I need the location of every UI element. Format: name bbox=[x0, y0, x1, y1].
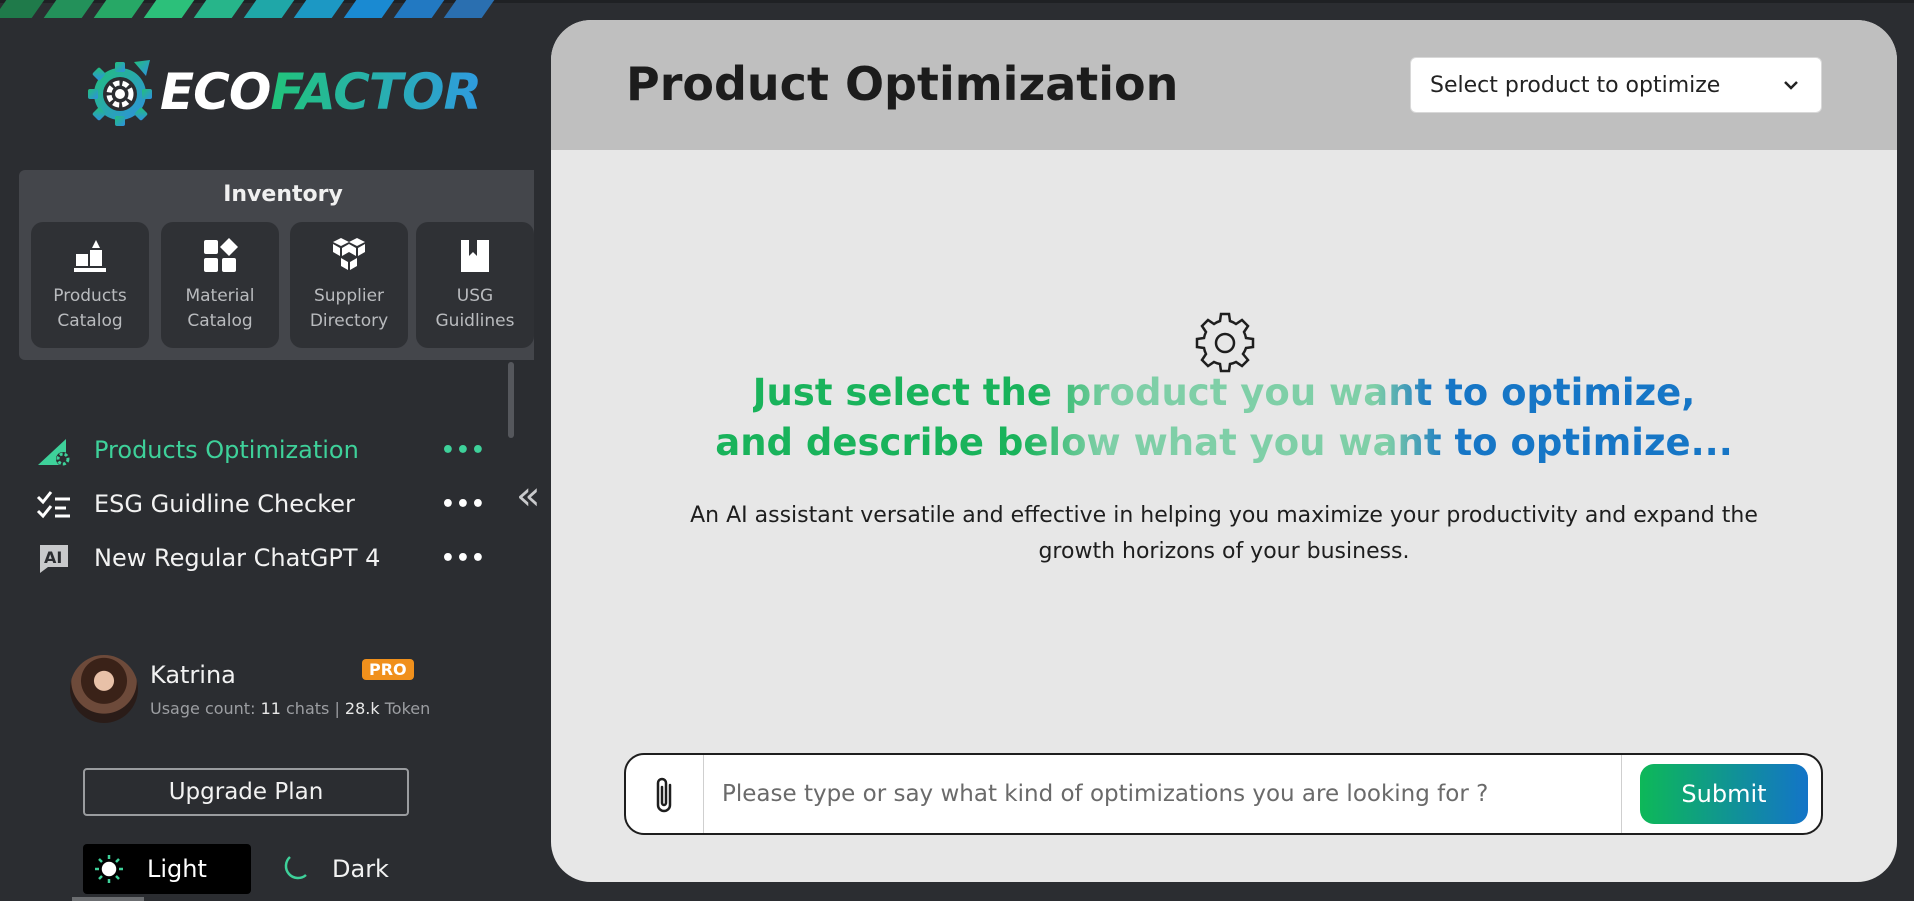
inventory-item-label: Guidlines bbox=[435, 311, 515, 331]
brand-stripe bbox=[393, 0, 445, 18]
light-theme-label: Light bbox=[147, 855, 207, 883]
user-profile[interactable]: Katrina PRO Usage count: 11 chats | 28.k… bbox=[70, 655, 430, 725]
inventory-item-label: Material bbox=[185, 286, 255, 306]
chevron-down-icon bbox=[1784, 81, 1798, 90]
product-select-value: Select product to optimize bbox=[1430, 72, 1721, 98]
headline-line-2: and describe below what you want to opti… bbox=[715, 418, 1733, 468]
sidebar: ECOFACTOR Inventory Products Catalog Mat… bbox=[0, 22, 545, 901]
logo-text-eco: ECO bbox=[160, 63, 271, 121]
checklist-icon bbox=[36, 491, 70, 519]
nav-item-label: New Regular ChatGPT 4 bbox=[94, 544, 381, 572]
pro-badge: PRO bbox=[362, 659, 414, 680]
inventory-item-label: Catalog bbox=[187, 311, 253, 331]
inventory-item-label: Products bbox=[53, 286, 127, 306]
usage-count: Usage count: 11 chats | 28.k Token bbox=[150, 699, 430, 718]
submit-button[interactable]: Submit bbox=[1640, 764, 1808, 824]
supplier-directory-icon bbox=[333, 238, 365, 270]
brand-stripe bbox=[193, 0, 245, 18]
brand-stripe bbox=[293, 0, 345, 18]
brand-stripes bbox=[0, 0, 520, 22]
brand-stripe bbox=[443, 0, 495, 18]
nav-item-label: Products Optimization bbox=[94, 436, 359, 464]
nav-item-esg-guideline-checker[interactable]: ESG Guidline Checker ••• bbox=[36, 484, 486, 524]
inventory-panel: Inventory Products Catalog Material Cata… bbox=[19, 170, 534, 360]
inventory-item-label: Supplier bbox=[313, 286, 385, 306]
gear-icon bbox=[1195, 312, 1255, 373]
products-catalog-card[interactable]: Products Catalog bbox=[31, 222, 149, 348]
main-panel: Product Optimization Select product to o… bbox=[551, 20, 1897, 882]
logo-gear-icon bbox=[88, 60, 152, 126]
nav-item-label: ESG Guidline Checker bbox=[94, 490, 355, 518]
usg-guidelines-card[interactable]: USG Guidlines bbox=[416, 222, 534, 348]
avatar bbox=[70, 655, 138, 723]
brand-stripe bbox=[143, 0, 195, 18]
sidebar-scrollbar[interactable] bbox=[508, 362, 514, 438]
assistant-description: An AI assistant versatile and effective … bbox=[690, 503, 1758, 564]
prompt-composer: Submit bbox=[624, 753, 1823, 835]
products-catalog-icon bbox=[74, 240, 106, 272]
chats-label: chats | bbox=[280, 699, 345, 718]
more-options-icon[interactable]: ••• bbox=[441, 438, 486, 463]
brand-stripe bbox=[343, 0, 395, 18]
moon-icon bbox=[284, 856, 307, 880]
inventory-item-label: Catalog bbox=[57, 311, 123, 331]
paperclip-icon bbox=[656, 777, 671, 813]
product-select-dropdown[interactable]: Select product to optimize bbox=[1410, 57, 1822, 113]
ai-chat-icon: AI bbox=[40, 545, 68, 573]
username: Katrina bbox=[150, 661, 236, 689]
bottom-scroll-indicator bbox=[72, 897, 144, 901]
attach-button[interactable] bbox=[626, 755, 704, 833]
dark-theme-toggle[interactable]: Dark bbox=[278, 844, 418, 894]
inventory-item-label: USG bbox=[456, 286, 494, 306]
more-options-icon[interactable]: ••• bbox=[441, 546, 486, 571]
logo-text-factor: FACTOR bbox=[270, 63, 482, 121]
page-title: Product Optimization bbox=[626, 57, 1179, 111]
svg-text:AI: AI bbox=[44, 548, 62, 567]
material-catalog-icon bbox=[204, 238, 238, 272]
brand-stripe bbox=[243, 0, 295, 18]
tokens-label: Token bbox=[379, 699, 431, 718]
brand-stripe bbox=[93, 0, 145, 18]
brand-stripe bbox=[0, 0, 45, 18]
bookmark-book-icon bbox=[461, 240, 489, 272]
prompt-input[interactable] bbox=[704, 755, 1622, 833]
chats-count: 11 bbox=[260, 699, 281, 718]
dark-theme-label: Dark bbox=[332, 855, 389, 883]
nav-item-new-regular-chatgpt-4[interactable]: AI New Regular ChatGPT 4 ••• bbox=[36, 538, 486, 578]
sun-icon bbox=[95, 855, 123, 883]
headline: Just select the product you want to opti… bbox=[551, 368, 1897, 468]
optimization-icon bbox=[38, 439, 70, 466]
tokens-count: 28.k bbox=[344, 699, 380, 718]
headline-line-1: Just select the product you want to opti… bbox=[753, 368, 1696, 418]
ecofactor-logo[interactable]: ECOFACTOR bbox=[84, 56, 482, 128]
light-theme-toggle[interactable]: Light bbox=[83, 844, 251, 894]
supplier-directory-card[interactable]: Supplier Directory bbox=[290, 222, 408, 348]
main-header: Product Optimization Select product to o… bbox=[551, 20, 1897, 150]
usage-prefix: Usage count: bbox=[150, 699, 261, 718]
inventory-item-label: Directory bbox=[309, 311, 389, 331]
inventory-title: Inventory bbox=[223, 182, 343, 207]
nav-item-products-optimization[interactable]: Products Optimization ••• bbox=[36, 430, 486, 470]
collapse-sidebar-icon[interactable]: « bbox=[516, 476, 540, 516]
material-catalog-card[interactable]: Material Catalog bbox=[161, 222, 279, 348]
upgrade-plan-button[interactable]: Upgrade Plan bbox=[83, 768, 409, 816]
brand-stripe bbox=[43, 0, 95, 18]
more-options-icon[interactable]: ••• bbox=[441, 492, 486, 517]
